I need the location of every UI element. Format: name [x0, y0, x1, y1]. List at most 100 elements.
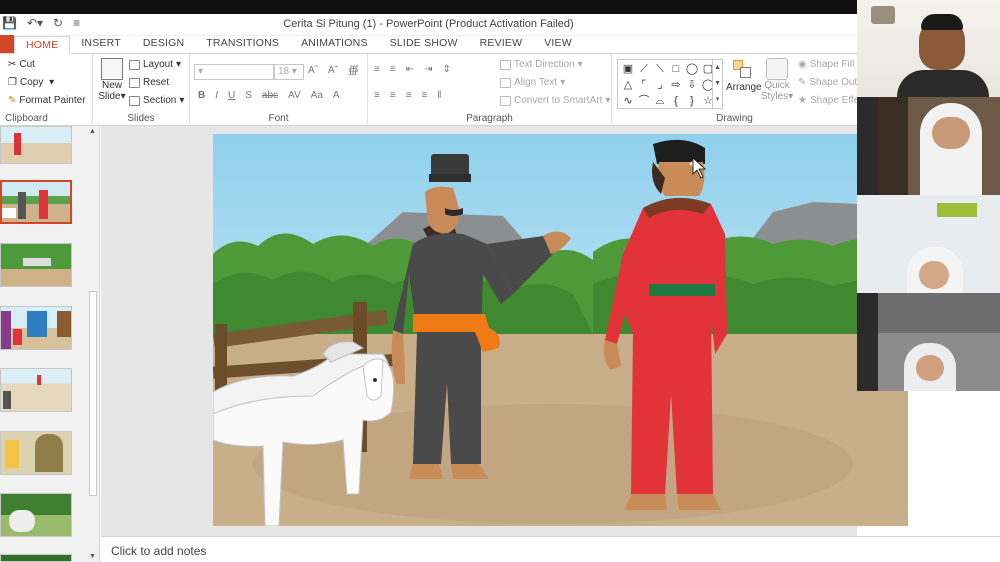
- font-size-buttons: Aˆ Aˇ ∰: [308, 65, 359, 76]
- arrow-right-shape-icon[interactable]: ⇨: [668, 77, 684, 93]
- tab-home[interactable]: HOME: [14, 36, 71, 54]
- notes-pane[interactable]: Click to add notes: [101, 536, 1000, 562]
- tab-slide-show[interactable]: SLIDE SHOW: [379, 35, 469, 53]
- slide-canvas[interactable]: ✥: [213, 134, 908, 526]
- quick-styles-button[interactable]: Quick Styles▾: [760, 58, 794, 102]
- slide-thumbnail-selected[interactable]: [0, 180, 72, 224]
- reset-icon: [129, 77, 140, 88]
- participant-face: [919, 261, 949, 289]
- arrange-icon: [731, 58, 753, 80]
- shrink-font-icon[interactable]: Aˇ: [328, 65, 338, 76]
- bold-icon[interactable]: B: [198, 90, 205, 101]
- triangle-shape-icon[interactable]: △: [620, 77, 636, 93]
- slide-thumbnail[interactable]: [0, 243, 72, 287]
- char-spacing-icon[interactable]: AV: [288, 90, 301, 101]
- slides-group: New Slide▾ Layout ▾ Reset Section ▾ Slides: [93, 54, 190, 126]
- curve-shape-icon[interactable]: ⌒: [636, 93, 652, 109]
- slide-thumbnail[interactable]: [0, 306, 72, 350]
- shapes-gallery[interactable]: ▣ ⟋ ⟍ □ ◯ ▢ △ ⌜ ⌟ ⇨ ⇩ ◯ ∿ ⌒ ⌓{} ☆: [617, 59, 723, 109]
- copy-button[interactable]: ❐ Copy ▾: [8, 77, 54, 88]
- shapes-scroll[interactable]: ▲ ▼ ▾: [712, 59, 723, 109]
- participant-face: [916, 355, 944, 381]
- align-right-icon[interactable]: ≡: [406, 90, 412, 101]
- layout-button[interactable]: Layout ▾: [129, 59, 181, 70]
- scroll-down-icon[interactable]: ▼: [89, 553, 96, 560]
- text-direction-icon: [500, 59, 511, 70]
- tab-design[interactable]: DESIGN: [132, 35, 195, 53]
- align-left-icon[interactable]: ≡: [374, 90, 380, 101]
- tab-view[interactable]: VIEW: [533, 35, 583, 53]
- new-slide-button[interactable]: New Slide▾: [97, 58, 127, 102]
- freeform-shape-icon[interactable]: ∿: [620, 93, 636, 109]
- slide-illustration: ✥: [213, 134, 908, 526]
- change-case-icon[interactable]: Aa: [311, 90, 323, 101]
- shape-outline-button[interactable]: ✎ Shape Outl: [798, 77, 859, 88]
- increase-indent-icon[interactable]: ⇥: [424, 64, 432, 75]
- cut-icon: ✂: [8, 59, 17, 70]
- layout-icon: [129, 59, 140, 70]
- file-tab[interactable]: [0, 35, 14, 53]
- drawing-label: Drawing: [716, 113, 753, 124]
- line-spacing-icon[interactable]: ⇕: [442, 64, 450, 75]
- font-name-box[interactable]: ▾: [194, 64, 274, 80]
- slide-thumbnail[interactable]: [0, 493, 72, 537]
- font-size-box[interactable]: 18 ▾: [274, 64, 304, 80]
- tab-transitions[interactable]: TRANSITIONS: [195, 35, 290, 53]
- scrollbar-thumb[interactable]: [89, 291, 97, 496]
- video-tile-participant[interactable]: [857, 0, 1000, 97]
- textbox-shape-icon[interactable]: ▣: [620, 61, 636, 77]
- grow-font-icon[interactable]: Aˆ: [308, 65, 318, 76]
- slide-thumbnail[interactable]: [0, 554, 72, 562]
- format-painter-button[interactable]: ✎ Format Painter: [8, 95, 86, 106]
- brace-right-shape-icon[interactable]: }: [684, 93, 700, 109]
- ribbon: ✂ Cut ❐ Copy ▾ ✎ Format Painter Clipboard N…: [0, 54, 859, 126]
- text-direction-button[interactable]: Text Direction ▾: [500, 59, 583, 70]
- video-tile-participant[interactable]: [878, 97, 1000, 195]
- oval-shape-icon[interactable]: ◯: [684, 61, 700, 77]
- bullets-icon[interactable]: ≡: [374, 64, 380, 75]
- arc-shape-icon[interactable]: ⌓: [652, 93, 668, 109]
- underline-icon[interactable]: U: [228, 90, 235, 101]
- video-tile-participant[interactable]: [857, 195, 1000, 293]
- tab-animations[interactable]: ANIMATIONS: [290, 35, 379, 53]
- notes-placeholder[interactable]: Click to add notes: [111, 544, 206, 558]
- video-tile-participant[interactable]: [878, 293, 1000, 391]
- section-icon: [129, 95, 140, 106]
- section-button[interactable]: Section ▾: [129, 95, 184, 106]
- scroll-up-icon[interactable]: ▲: [89, 128, 96, 135]
- numbering-icon[interactable]: ≡: [390, 64, 396, 75]
- font-color-icon[interactable]: A: [333, 90, 340, 101]
- connector-shape-icon[interactable]: ⌜: [636, 77, 652, 93]
- line-shape-icon[interactable]: ⟋: [636, 61, 652, 77]
- slide-thumbnail[interactable]: [0, 431, 72, 475]
- rect-shape-icon[interactable]: □: [668, 61, 684, 77]
- tab-insert[interactable]: INSERT: [70, 35, 132, 53]
- slides-label: Slides: [127, 113, 155, 124]
- thumbnails-scrollbar[interactable]: ▲ ▼: [87, 126, 99, 562]
- participant-face: [932, 117, 970, 149]
- strikethrough-icon[interactable]: abc: [262, 90, 278, 101]
- connector2-shape-icon[interactable]: ⌟: [652, 77, 668, 93]
- align-center-icon[interactable]: ≡: [390, 90, 396, 101]
- format-painter-icon: ✎: [8, 95, 17, 106]
- arrange-button[interactable]: Arrange: [726, 58, 762, 93]
- justify-icon[interactable]: ≡: [422, 90, 428, 101]
- shape-fill-button[interactable]: ◉ Shape Fill: [798, 59, 854, 70]
- align-text-button[interactable]: Align Text ▾: [500, 77, 565, 88]
- convert-smartart-button[interactable]: Convert to SmartArt ▾: [500, 95, 610, 106]
- decrease-indent-icon[interactable]: ⇤: [406, 64, 414, 75]
- cut-button[interactable]: ✂ Cut: [8, 59, 35, 70]
- slide-thumbnail[interactable]: [0, 368, 72, 412]
- tab-review[interactable]: REVIEW: [469, 35, 534, 53]
- clear-format-icon[interactable]: ∰: [348, 65, 359, 76]
- arrow-down-shape-icon[interactable]: ⇩: [684, 77, 700, 93]
- reset-button[interactable]: Reset: [129, 77, 169, 88]
- shadow-icon[interactable]: S: [245, 90, 252, 101]
- italic-icon[interactable]: I: [215, 90, 218, 101]
- columns-icon[interactable]: ‖: [437, 90, 441, 101]
- brace-left-shape-icon[interactable]: {: [668, 93, 684, 109]
- align-text-icon: [500, 77, 511, 88]
- line2-shape-icon[interactable]: ⟍: [652, 61, 668, 77]
- slide-thumbnail[interactable]: [0, 126, 72, 164]
- shape-effects-button[interactable]: ★ Shape Effe: [798, 95, 859, 106]
